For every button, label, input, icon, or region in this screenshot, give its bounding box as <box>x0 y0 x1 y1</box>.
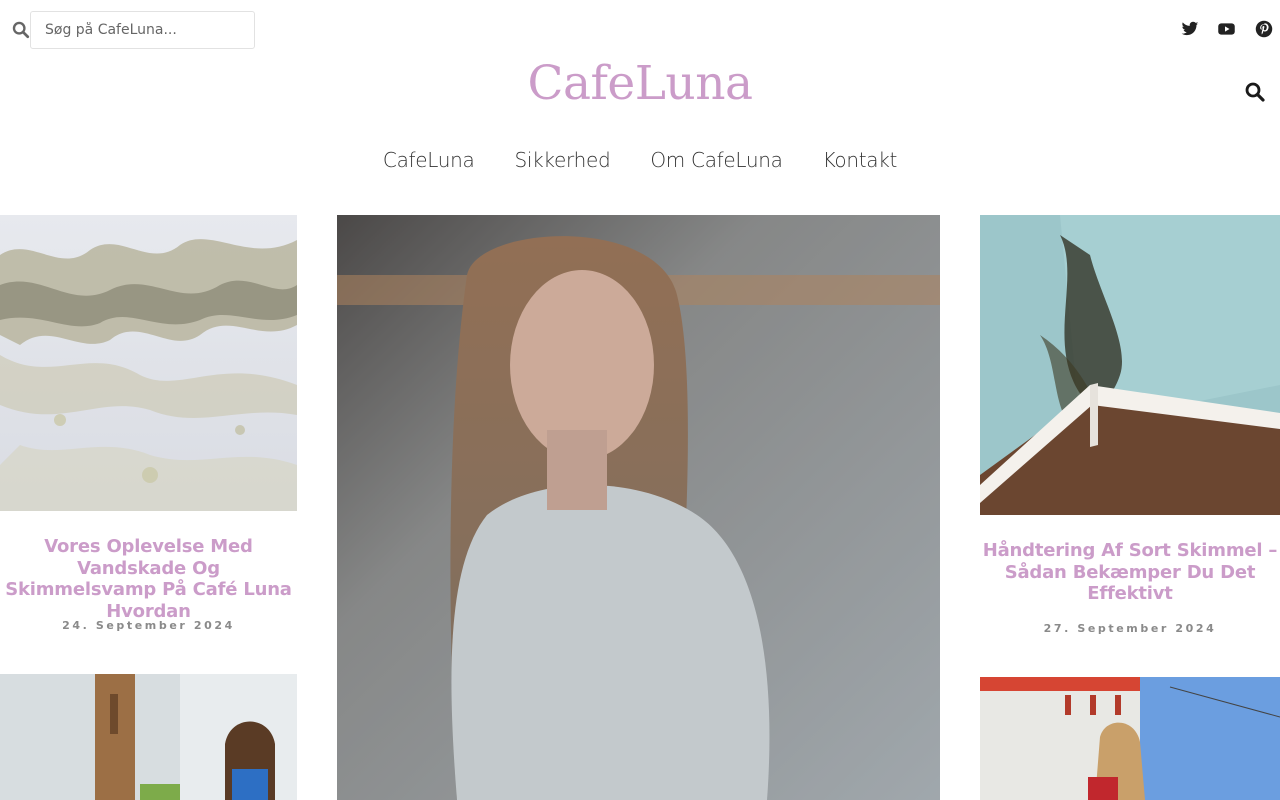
post-title[interactable]: Håndtering Af Sort Skimmel – Sådan Bekæm… <box>980 540 1280 605</box>
featured-post-image[interactable] <box>337 215 940 800</box>
site-logo[interactable]: CafeLuna <box>0 56 1280 111</box>
search-icon <box>12 21 30 39</box>
post-image-mold-wall[interactable] <box>0 215 297 511</box>
nav-item-om-cafeluna[interactable]: Om CafeLuna <box>650 148 783 172</box>
nav-item-sikkerhed[interactable]: Sikkerhed <box>515 148 611 172</box>
search-input[interactable] <box>30 11 255 49</box>
nav-item-cafeluna[interactable]: CafeLuna <box>383 148 475 172</box>
youtube-icon[interactable] <box>1217 20 1236 38</box>
main-nav: CafeLuna Sikkerhed Om CafeLuna Kontakt <box>0 148 1280 172</box>
nav-item-kontakt[interactable]: Kontakt <box>823 148 898 172</box>
post-image-street[interactable] <box>980 677 1280 800</box>
pinterest-icon[interactable] <box>1255 20 1273 38</box>
search-icon[interactable] <box>1245 82 1265 102</box>
post-date: 24. September 2024 <box>62 619 235 632</box>
post-image-black-mold[interactable] <box>980 215 1280 515</box>
post-date: 27. September 2024 <box>1043 622 1217 635</box>
post-title[interactable]: Vores Oplevelse Med Vandskade Og Skimmel… <box>0 536 297 622</box>
post-image-cafe[interactable] <box>0 674 297 800</box>
twitter-icon[interactable] <box>1181 20 1199 38</box>
